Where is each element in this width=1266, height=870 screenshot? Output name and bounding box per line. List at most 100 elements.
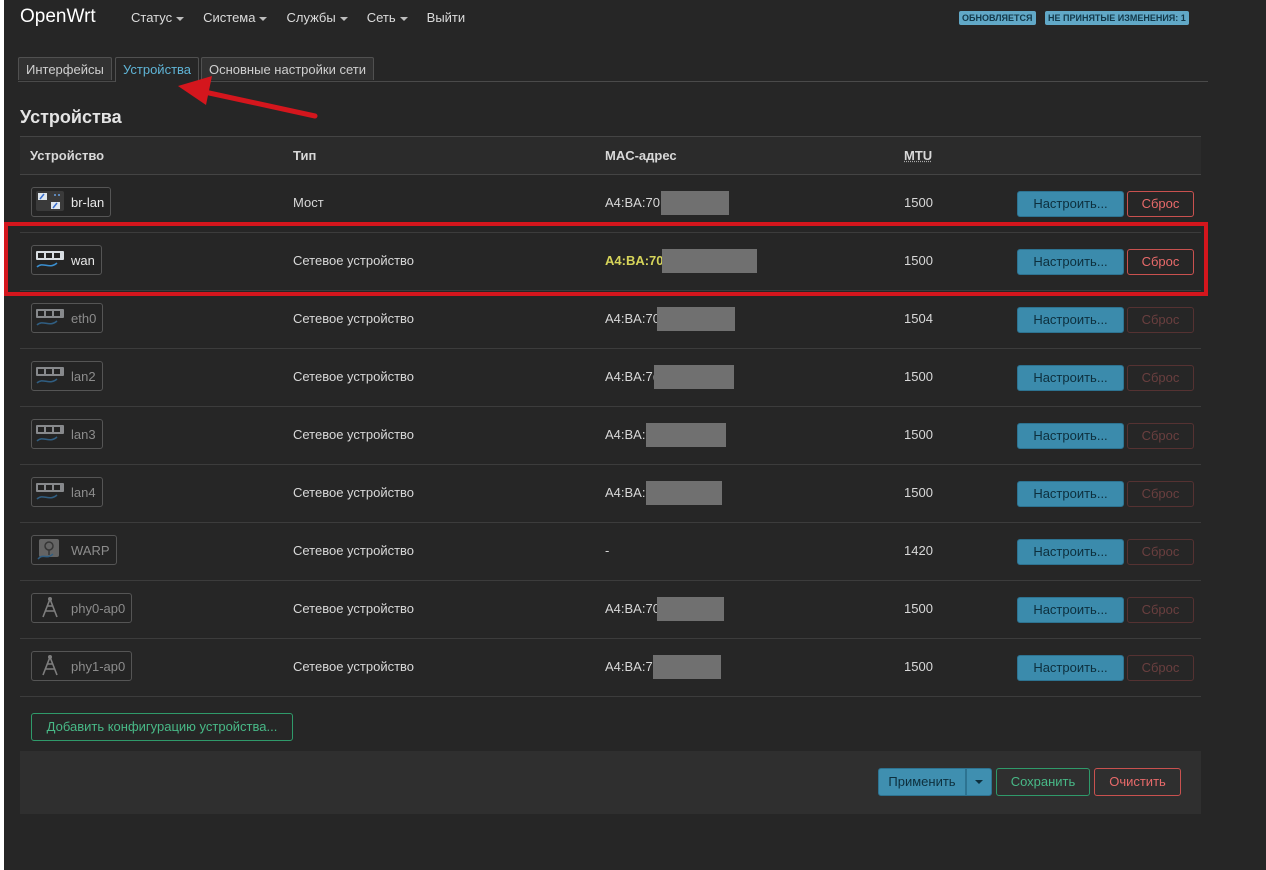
table-row: WARP Сетевое устройство - 1420 Настроить... С…	[20, 523, 1201, 581]
edit-device-button[interactable]: Настроить...	[1017, 655, 1124, 681]
menu-network[interactable]: Сеть	[367, 10, 408, 25]
device-badge[interactable]: br-lan	[31, 187, 112, 217]
chevron-down-icon	[975, 780, 983, 784]
tunnel-icon	[35, 538, 71, 563]
reset-device-button[interactable]: Сброс	[1127, 597, 1194, 623]
device-mtu: 1500	[904, 485, 933, 500]
annotation-highlight-box	[4, 222, 1208, 296]
header-type: Тип	[293, 148, 317, 163]
mac-redaction	[653, 655, 721, 679]
device-badge[interactable]: lan2	[31, 361, 103, 391]
device-type: Сетевое устройство	[293, 659, 415, 674]
save-button[interactable]: Сохранить	[996, 768, 1090, 796]
bridge-icon	[35, 190, 71, 215]
device-mtu: 1500	[904, 601, 933, 616]
edit-device-button[interactable]: Настроить...	[1017, 307, 1124, 333]
device-name: phy1-ap0	[71, 658, 126, 674]
edit-device-button[interactable]: Настроить...	[1017, 539, 1124, 565]
section-title: Устройства	[20, 107, 122, 127]
reset-device-button[interactable]: Сброс	[1127, 423, 1194, 449]
header-device: Устройство	[30, 148, 105, 163]
brand-logo[interactable]: OpenWrt	[20, 6, 96, 28]
device-badge[interactable]: eth0	[31, 303, 104, 333]
table-row: phy1-ap0 Сетевое устройство A4:BA:7 1500 Нас…	[20, 639, 1201, 697]
reset-device-button[interactable]: Сброс	[1127, 539, 1194, 565]
device-badge[interactable]: lan3	[31, 419, 103, 449]
reset-device-button[interactable]: Сброс	[1127, 655, 1194, 681]
device-mtu: 1500	[904, 369, 933, 384]
device-type: Сетевое устройство	[293, 601, 415, 616]
footer-actions: Применить Сохранить Очистить	[20, 751, 1201, 814]
device-mac: A4:BA:70	[605, 311, 660, 326]
updating-badge[interactable]: ОБНОВЛЯЕТСЯ	[959, 11, 1036, 25]
menu-network-label: Сеть	[366, 10, 396, 25]
edit-device-button[interactable]: Настроить...	[1017, 481, 1124, 507]
device-name: eth0	[71, 310, 97, 326]
table-row: lan3 Сетевое устройство A4:BA: 1500 Настроит…	[20, 407, 1201, 465]
ethernet-icon	[35, 422, 71, 447]
reset-device-button[interactable]: Сброс	[1127, 191, 1194, 217]
header-mac: MAC-адрес	[605, 148, 677, 163]
header-mtu: MTU	[904, 148, 933, 163]
table-header: Устройство Тип MAC-адрес MTU	[20, 136, 1201, 175]
unsaved-changes-badge[interactable]: НЕ ПРИНЯТЫЕ ИЗМЕНЕНИЯ: 1	[1045, 11, 1189, 25]
device-mac: A4:BA:70	[605, 601, 660, 616]
edit-device-button[interactable]: Настроить...	[1017, 597, 1124, 623]
edit-device-button[interactable]: Настроить...	[1017, 423, 1124, 449]
annotation-arrow-icon	[178, 76, 318, 119]
menu-services-label: Службы	[286, 10, 336, 25]
device-type: Сетевое устройство	[293, 543, 415, 558]
table-row: phy0-ap0 Сетевое устройство A4:BA:70 1500 На…	[20, 581, 1201, 639]
device-badge[interactable]: phy0-ap0	[31, 593, 133, 623]
add-device-config-button[interactable]: Добавить конфигурацию устройства...	[31, 713, 293, 741]
device-type: Сетевое устройство	[293, 427, 415, 442]
reset-button[interactable]: Очистить	[1094, 768, 1181, 796]
table-row: eth0 Сетевое устройство A4:BA:70 1504 Настро…	[20, 291, 1201, 349]
device-badge[interactable]: phy1-ap0	[31, 651, 133, 681]
device-mtu: 1500	[904, 659, 933, 674]
device-name: lan2	[71, 368, 96, 384]
mac-redaction	[657, 307, 735, 331]
device-badge[interactable]: lan4	[31, 477, 103, 507]
ethernet-icon	[35, 306, 71, 331]
menu-logout-label: Выйти	[426, 10, 466, 25]
mac-redaction	[661, 191, 729, 215]
chevron-down-icon	[339, 16, 348, 21]
menu-system[interactable]: Система	[203, 10, 268, 25]
device-name: br-lan	[71, 194, 105, 210]
menu-system-label: Система	[203, 10, 256, 25]
tab-interfaces[interactable]: Интерфейсы	[18, 57, 112, 80]
menu-logout[interactable]: Выйти	[427, 10, 466, 25]
reset-device-button[interactable]: Сброс	[1127, 307, 1194, 333]
menu-status[interactable]: Статус	[131, 10, 185, 25]
device-name: lan3	[71, 426, 96, 442]
chevron-down-icon	[176, 16, 185, 21]
device-mtu: 1500	[904, 427, 933, 442]
device-name: phy0-ap0	[71, 600, 126, 616]
apply-button[interactable]: Применить	[878, 768, 966, 796]
device-mac: A4:BA:	[605, 485, 646, 500]
edit-device-button[interactable]: Настроить...	[1017, 191, 1124, 217]
devices-table: Устройство Тип MAC-адрес MTU br-lan Мост A…	[20, 136, 1201, 697]
mac-redaction	[657, 597, 724, 621]
device-mac: -	[605, 543, 610, 558]
chevron-down-icon	[259, 16, 268, 21]
device-type: Сетевое устройство	[293, 311, 415, 326]
device-mac: A4:BA:70	[605, 195, 660, 210]
wifi-antenna-icon	[35, 654, 71, 679]
apply-dropdown-toggle[interactable]	[966, 768, 992, 796]
device-type: Сетевое устройство	[293, 369, 415, 384]
device-mac: A4:BA:7(	[605, 369, 658, 384]
ethernet-icon	[35, 480, 71, 505]
device-badge[interactable]: WARP	[31, 535, 117, 565]
page: OpenWrt Статус Система Службы Сеть Выйти…	[4, 0, 1266, 870]
reset-device-button[interactable]: Сброс	[1127, 481, 1194, 507]
edit-device-button[interactable]: Настроить...	[1017, 365, 1124, 391]
menu-status-label: Статус	[131, 10, 173, 25]
top-navbar: OpenWrt Статус Система Службы Сеть Выйти…	[4, 0, 1266, 38]
menu-services[interactable]: Службы	[286, 10, 348, 25]
table-row: lan2 Сетевое устройство A4:BA:7( 1500 Настро…	[20, 349, 1201, 407]
main-menu: Статус Система Службы Сеть Выйти	[131, 10, 484, 25]
reset-device-button[interactable]: Сброс	[1127, 365, 1194, 391]
device-mac: A4:BA:7	[605, 659, 653, 674]
